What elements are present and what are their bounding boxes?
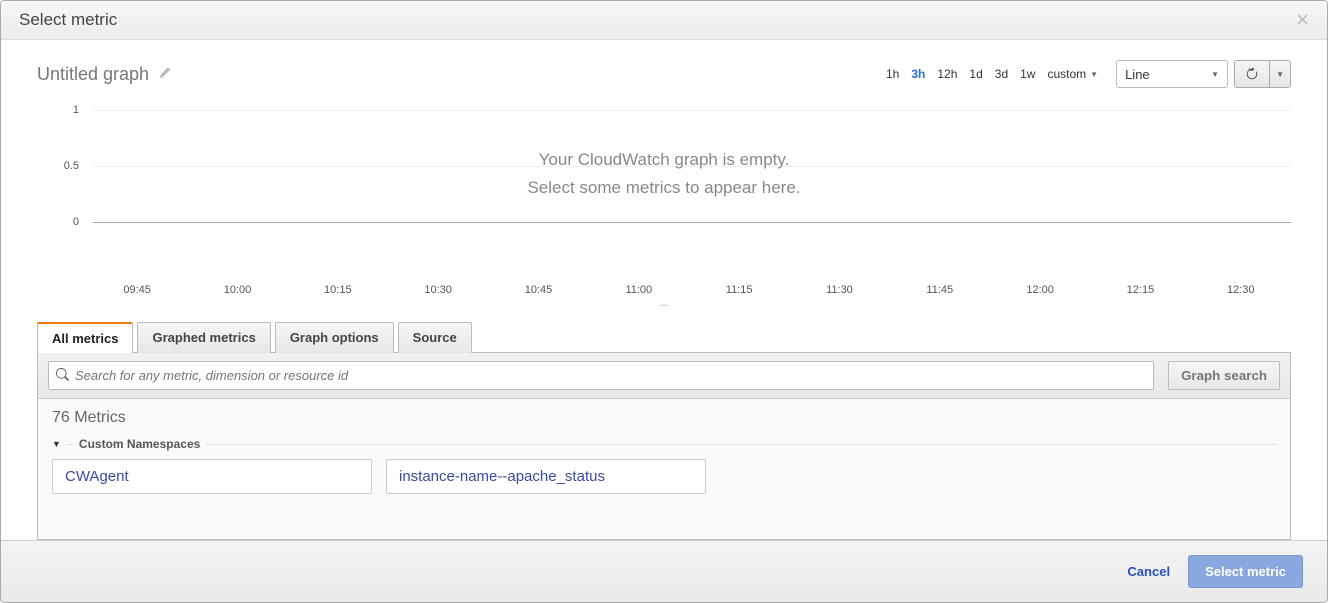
metric-search-input[interactable] bbox=[48, 361, 1154, 390]
tab-graphed-metrics[interactable]: Graphed metrics bbox=[137, 322, 270, 353]
chart-type-value: Line bbox=[1125, 67, 1150, 82]
graph-header-row: Untitled graph 1h 3h 12h 1d 3d 1w custom… bbox=[37, 60, 1291, 88]
namespaces-section-header[interactable]: ▼ Custom Namespaces bbox=[52, 437, 1276, 451]
x-tick: 12:00 bbox=[990, 284, 1090, 296]
chart-canvas: 1 0.5 0 Your CloudWatch graph is empty. … bbox=[37, 110, 1291, 280]
time-range-1d[interactable]: 1d bbox=[969, 67, 982, 81]
chart-empty-subtitle: Select some metrics to appear here. bbox=[37, 178, 1291, 198]
modal-header: Select metric × bbox=[1, 1, 1327, 40]
x-tick: 11:00 bbox=[589, 284, 689, 296]
chart-sub-indicator: ... bbox=[37, 298, 1291, 309]
time-range-3d[interactable]: 3d bbox=[995, 67, 1008, 81]
y-tick: 0 bbox=[73, 216, 87, 228]
x-tick: 12:15 bbox=[1090, 284, 1190, 296]
graph-search-button[interactable]: Graph search bbox=[1168, 361, 1280, 390]
refresh-button-group: ▼ bbox=[1234, 60, 1291, 88]
pencil-icon[interactable] bbox=[159, 67, 171, 82]
y-gridline bbox=[93, 110, 1291, 111]
select-metric-modal: Select metric × Untitled graph 1h 3h 12h… bbox=[0, 0, 1328, 603]
close-icon[interactable]: × bbox=[1296, 9, 1309, 31]
metrics-count: 76 Metrics bbox=[52, 409, 1276, 427]
modal-body: Untitled graph 1h 3h 12h 1d 3d 1w custom… bbox=[1, 40, 1327, 540]
refresh-icon bbox=[1245, 67, 1259, 81]
x-axis-line bbox=[93, 222, 1291, 223]
namespaces-section-label: Custom Namespaces bbox=[79, 437, 200, 451]
tab-all-metrics[interactable]: All metrics bbox=[37, 322, 133, 353]
tab-bar: All metrics Graphed metrics Graph option… bbox=[37, 321, 1291, 352]
time-range-custom[interactable]: custom ▼ bbox=[1047, 67, 1098, 81]
time-range-options: 1h 3h 12h 1d 3d 1w custom ▼ bbox=[886, 67, 1098, 81]
graph-title[interactable]: Untitled graph bbox=[37, 64, 149, 85]
x-tick-row: 09:45 10:00 10:15 10:30 10:45 11:00 11:1… bbox=[37, 284, 1291, 296]
caret-down-icon: ▼ bbox=[52, 439, 61, 449]
tab-panel: Graph search 76 Metrics ▼ Custom Namespa… bbox=[37, 352, 1291, 540]
time-range-1h[interactable]: 1h bbox=[886, 67, 899, 81]
search-icon bbox=[56, 368, 69, 384]
time-range-custom-label: custom bbox=[1047, 67, 1086, 81]
refresh-button[interactable] bbox=[1235, 61, 1270, 87]
x-tick: 10:15 bbox=[288, 284, 388, 296]
modal-footer: Cancel Select metric bbox=[1, 540, 1327, 602]
y-tick: 1 bbox=[73, 104, 87, 116]
x-tick: 09:45 bbox=[87, 284, 187, 296]
namespace-tile-apache-status[interactable]: instance-name--apache_status bbox=[386, 459, 706, 494]
chart-empty-title: Your CloudWatch graph is empty. bbox=[37, 150, 1291, 170]
search-wrap bbox=[48, 361, 1154, 390]
modal-title: Select metric bbox=[19, 10, 117, 30]
x-tick: 11:30 bbox=[789, 284, 889, 296]
tab-graph-options[interactable]: Graph options bbox=[275, 322, 394, 353]
x-tick: 10:45 bbox=[488, 284, 588, 296]
time-range-12h[interactable]: 12h bbox=[937, 67, 957, 81]
x-tick: 11:15 bbox=[689, 284, 789, 296]
caret-down-icon: ▼ bbox=[1276, 70, 1284, 79]
refresh-options-button[interactable]: ▼ bbox=[1270, 61, 1290, 87]
metrics-browser[interactable]: 76 Metrics ▼ Custom Namespaces CWAgent i… bbox=[38, 399, 1290, 504]
divider bbox=[67, 444, 73, 445]
caret-down-icon: ▼ bbox=[1090, 70, 1098, 79]
divider bbox=[206, 444, 1276, 445]
select-metric-button[interactable]: Select metric bbox=[1188, 555, 1303, 588]
caret-down-icon: ▼ bbox=[1211, 70, 1219, 79]
cancel-button[interactable]: Cancel bbox=[1127, 564, 1170, 579]
x-tick: 10:30 bbox=[388, 284, 488, 296]
x-tick: 11:45 bbox=[890, 284, 990, 296]
x-tick: 10:00 bbox=[187, 284, 287, 296]
x-tick: 12:30 bbox=[1191, 284, 1291, 296]
search-row: Graph search bbox=[38, 353, 1290, 399]
time-range-3h[interactable]: 3h bbox=[911, 67, 925, 81]
tab-source[interactable]: Source bbox=[398, 322, 472, 353]
graph-controls: 1h 3h 12h 1d 3d 1w custom ▼ Line ▼ bbox=[886, 60, 1291, 88]
time-range-1w[interactable]: 1w bbox=[1020, 67, 1035, 81]
chart-type-select[interactable]: Line ▼ bbox=[1116, 60, 1228, 88]
graph-title-wrap: Untitled graph bbox=[37, 64, 171, 85]
namespace-tiles: CWAgent instance-name--apache_status bbox=[52, 459, 1276, 494]
namespace-tile-cwagent[interactable]: CWAgent bbox=[52, 459, 372, 494]
